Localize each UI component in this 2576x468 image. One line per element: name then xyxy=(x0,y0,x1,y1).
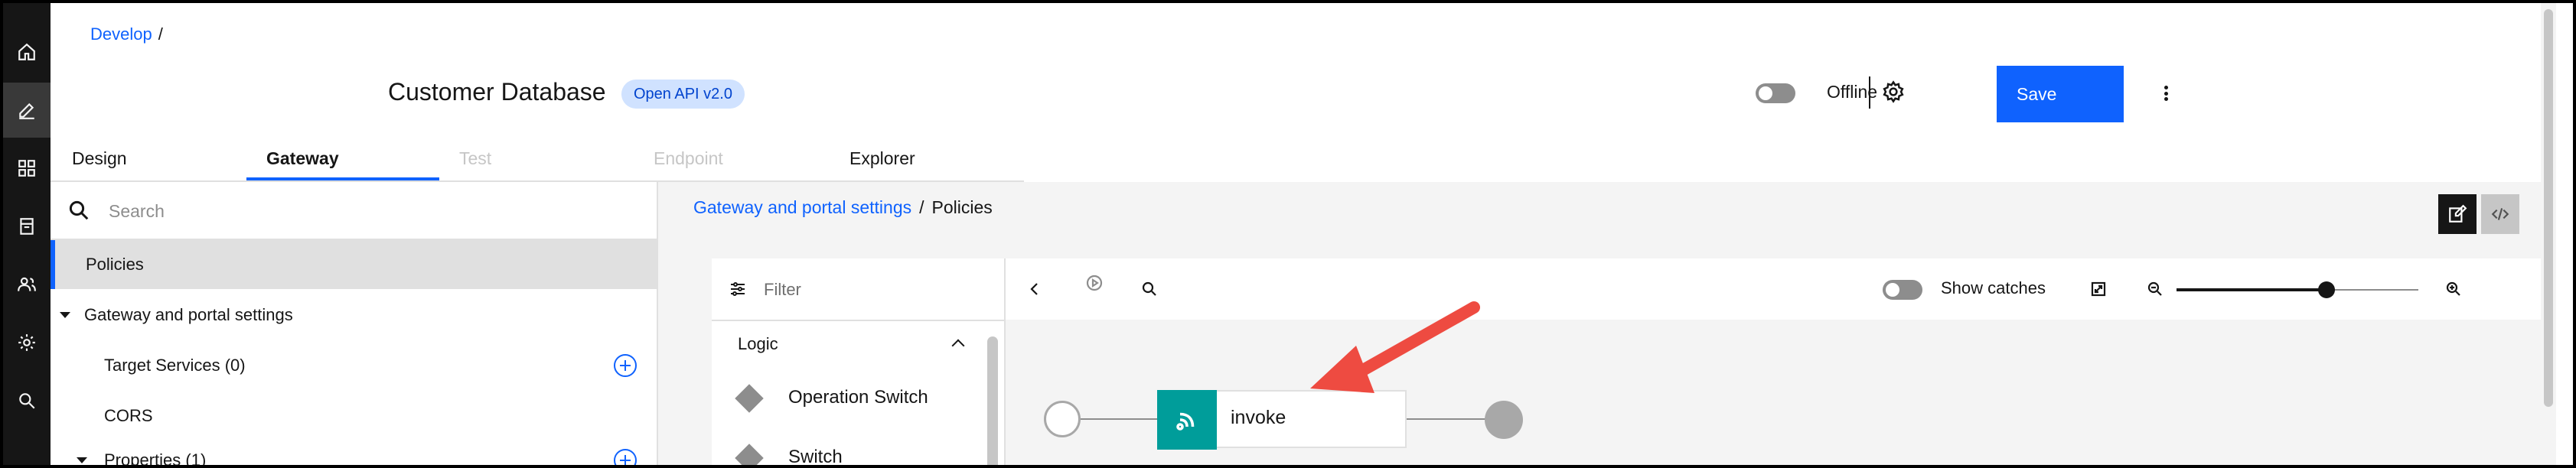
zoom-slider[interactable] xyxy=(2177,281,2418,298)
zoom-slider-handle[interactable] xyxy=(2318,281,2335,298)
switch-policy-icon xyxy=(735,444,764,465)
breadcrumb: Develop / xyxy=(90,24,163,44)
palette-item-operation-switch[interactable]: Operation Switch xyxy=(735,375,966,421)
nav-item-target-services[interactable]: Target Services (0) xyxy=(51,341,657,390)
switch-policy-icon xyxy=(735,384,764,413)
tab-test: Test xyxy=(459,148,492,168)
breadcrumb-current: Policies xyxy=(931,197,993,217)
flow-connector xyxy=(1405,418,1486,420)
chevron-down-icon xyxy=(77,457,87,463)
show-catches-label: Show catches xyxy=(1941,278,2046,297)
nav-item-policies[interactable]: Policies xyxy=(51,240,657,289)
flow-start-node[interactable] xyxy=(1044,401,1081,437)
invoke-icon xyxy=(1157,390,1217,450)
flow-canvas[interactable]: invoke xyxy=(1006,320,2507,465)
policy-editor-area: Gateway and portal settings / Policies Log… xyxy=(658,182,2541,467)
breadcrumb-gateway-link[interactable]: Gateway and portal settings xyxy=(693,197,911,217)
gear-icon[interactable] xyxy=(1880,78,1907,106)
canvas-toolbar: Show catches xyxy=(1006,258,2541,320)
search-icon[interactable] xyxy=(3,373,51,428)
tab-gateway[interactable]: Gateway xyxy=(246,138,439,180)
apps-icon[interactable] xyxy=(3,141,51,196)
settings-icon[interactable] xyxy=(3,315,51,370)
breadcrumb-separator: / xyxy=(919,197,924,217)
tab-design[interactable]: Design xyxy=(72,138,127,180)
policies-breadcrumb: Gateway and portal settings / Policies xyxy=(693,197,993,218)
invoke-policy-node[interactable]: invoke xyxy=(1157,390,1407,450)
save-button[interactable]: Save xyxy=(1997,66,2124,122)
show-catches-toggle[interactable] xyxy=(1883,280,1922,300)
overflow-menu-icon[interactable] xyxy=(2161,80,2170,107)
zoom-in-icon[interactable] xyxy=(2441,277,2466,301)
play-icon[interactable] xyxy=(1082,271,1107,295)
palette-item-switch[interactable]: Switch xyxy=(735,434,966,467)
nav-item-properties[interactable]: Properties (1) xyxy=(51,436,657,468)
edit-icon xyxy=(2449,204,2467,223)
offline-toggle[interactable] xyxy=(1756,83,1795,103)
users-icon[interactable] xyxy=(3,257,51,312)
add-target-service-icon[interactable] xyxy=(614,354,637,377)
filter-bar xyxy=(712,258,1004,321)
flow-end-node[interactable] xyxy=(1485,401,1523,439)
page-scrollbar-thumb[interactable] xyxy=(2544,9,2553,407)
palette-section-logic[interactable]: Logic xyxy=(712,321,973,367)
chevron-up-icon xyxy=(951,339,965,353)
chevron-down-icon xyxy=(60,312,70,318)
palette-scrollbar[interactable] xyxy=(987,336,998,465)
tab-explorer[interactable]: Explorer xyxy=(849,138,915,180)
nav-item-label: Target Services (0) xyxy=(104,356,246,375)
edit-view-button[interactable] xyxy=(2438,194,2477,234)
app-frame: Develop / Customer Database Open API v2.0… xyxy=(0,0,2576,468)
page-scrollbar[interactable] xyxy=(2541,3,2556,465)
tab-bar: Design Gateway Test Endpoint Explorer xyxy=(51,138,1024,182)
tab-endpoint: Endpoint xyxy=(654,148,723,168)
search-icon xyxy=(69,200,89,220)
chevron-left-icon[interactable] xyxy=(1022,277,1047,301)
api-version-badge: Open API v2.0 xyxy=(621,80,745,109)
nav-item-label: Properties (1) xyxy=(104,450,207,468)
left-rail xyxy=(3,3,51,465)
search-icon[interactable] xyxy=(1137,277,1162,301)
flow-connector xyxy=(1081,418,1159,420)
nav-group-label: Gateway and portal settings xyxy=(84,305,293,324)
nav-item-cors[interactable]: CORS xyxy=(51,392,657,440)
search-bar xyxy=(51,182,657,240)
source-view-button[interactable] xyxy=(2481,194,2519,234)
code-icon xyxy=(2491,208,2509,220)
zoom-slider-fill xyxy=(2177,288,2327,291)
edit-icon[interactable] xyxy=(3,83,51,138)
palette-item-label: Operation Switch xyxy=(788,387,928,408)
page-title: Customer Database xyxy=(388,78,606,106)
filter-input[interactable] xyxy=(762,272,987,307)
add-property-icon[interactable] xyxy=(614,449,637,465)
palette-item-label: Switch xyxy=(788,447,843,467)
breadcrumb-develop-link[interactable]: Develop xyxy=(90,24,152,44)
left-nav-panel: Policies Gateway and portal settings Tar… xyxy=(51,182,658,468)
policy-palette: Logic Operation Switch Switch xyxy=(712,258,1006,467)
nav-item-label: CORS xyxy=(104,406,153,425)
header-divider xyxy=(1869,76,1870,109)
breadcrumb-separator: / xyxy=(158,24,163,44)
catalog-icon[interactable] xyxy=(3,199,51,254)
invoke-node-label: invoke xyxy=(1231,407,1286,428)
section-label: Logic xyxy=(738,334,778,353)
fit-to-screen-icon[interactable] xyxy=(2086,277,2111,301)
search-input[interactable] xyxy=(107,193,631,229)
nav-group-gateway-portal-settings[interactable]: Gateway and portal settings xyxy=(51,291,657,340)
zoom-out-icon[interactable] xyxy=(2143,277,2167,301)
filter-icon xyxy=(731,282,745,296)
home-icon[interactable] xyxy=(3,24,51,80)
